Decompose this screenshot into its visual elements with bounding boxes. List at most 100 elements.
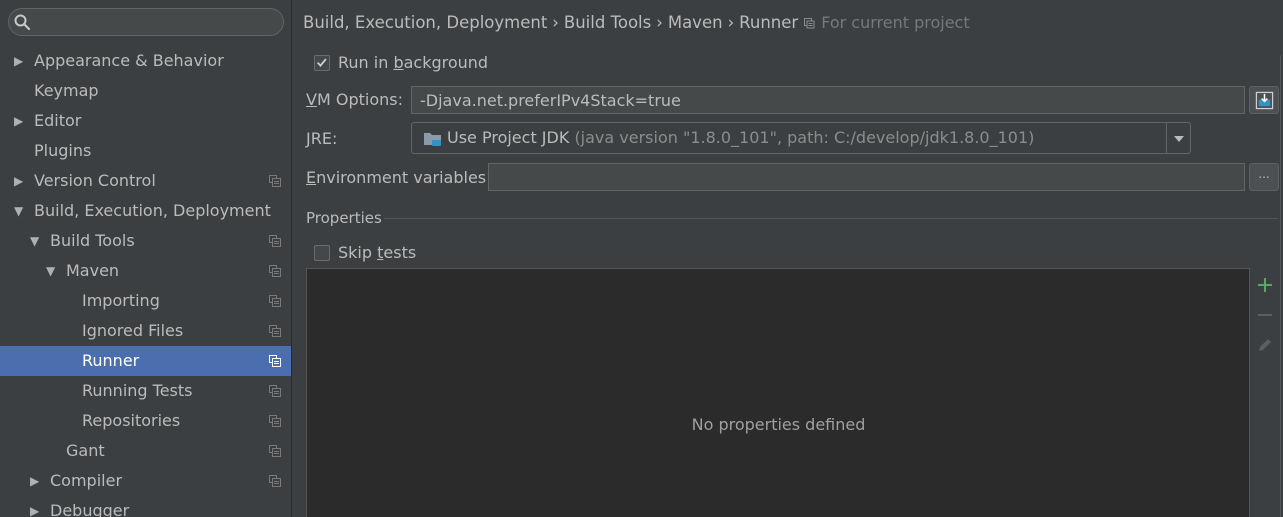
properties-title: Properties [306,209,382,227]
jre-combobox[interactable]: Use Project JDK (java version "1.8.0_101… [411,122,1191,154]
sidebar-item-debugger[interactable]: ▶ Debugger [0,496,291,517]
collapsed-arrow-icon[interactable]: ▶ [14,106,26,136]
sidebar-item-maven[interactable]: ▼ Maven [0,256,291,286]
sidebar-item-plugins[interactable]: Plugins [0,136,291,166]
folder-icon [424,133,441,146]
breadcrumb-separator: › [727,13,735,32]
chevron-down-icon [1174,136,1184,142]
search-input[interactable] [35,11,275,33]
mnemonic-char: V [306,90,317,109]
sidebar-item-label: Version Control [34,171,156,190]
jre-selected-text: Use Project JDK (java version "1.8.0_101… [447,123,1034,153]
jre-dropdown-button[interactable] [1166,123,1190,153]
settings-tree: ▶ Appearance & Behavior Keymap ▶ Editor Plugi… [0,46,291,517]
project-scope-icon [269,295,281,307]
main-panel: Build, Execution, Deployment › Build Tools… [293,0,1283,517]
properties-toolbar [1249,268,1279,517]
search-icon [14,14,31,31]
breadcrumb: Build, Execution, Deployment › Build Tools… [303,10,970,36]
remove-icon[interactable] [1256,306,1274,324]
sidebar-item-label: Keymap [34,81,99,100]
sidebar-item-label: Ignored Files [82,321,184,340]
skip-tests-checkbox[interactable] [314,245,330,261]
mnemonic-char: b [393,53,404,72]
project-scope-icon [269,385,281,397]
sidebar-item-importing[interactable]: Importing [0,286,291,316]
jre-selected-value: Use Project JDK [447,128,570,147]
project-scope-icon [804,18,815,29]
project-scope-icon [269,475,281,487]
label-text: ackground [403,53,489,72]
sidebar-item-label: Build Tools [50,231,135,250]
sidebar-item-label: Runner [82,351,140,370]
expanded-arrow-icon[interactable]: ▼ [14,196,26,226]
collapsed-arrow-icon[interactable]: ▶ [14,166,26,196]
sidebar-item-editor[interactable]: ▶ Editor [0,106,291,136]
sidebar-item-ignored-files[interactable]: Ignored Files [0,316,291,346]
vm-options-label: VM Options: [306,89,403,111]
sidebar-item-build-tools[interactable]: ▼ Build Tools [0,226,291,256]
project-scope-icon [269,235,281,247]
sidebar-item-build-execution-deployment[interactable]: ▼ Build, Execution, Deployment [0,196,291,226]
label-text: M Options: [316,90,403,109]
section-divider [384,218,1278,219]
sidebar-item-runner[interactable]: Runner [0,346,291,376]
label-text: Run in [338,53,394,72]
sidebar-item-repositories[interactable]: Repositories [0,406,291,436]
run-in-background-checkbox[interactable] [314,55,330,71]
label-text: Skip [338,243,378,262]
breadcrumb-part: Runner [739,13,799,32]
sidebar-item-label: Editor [34,111,82,130]
label-text: nvironment variables: [316,168,492,187]
run-in-background-label[interactable]: Run in background [338,53,488,73]
sidebar-item-running-tests[interactable]: Running Tests [0,376,291,406]
expanded-arrow-icon[interactable]: ▼ [30,226,42,256]
breadcrumb-separator: › [656,13,663,32]
sidebar-item-label: Repositories [82,411,181,430]
label-text: RE: [310,129,338,148]
sidebar-item-label: Maven [66,261,120,280]
vm-options-input[interactable] [411,86,1245,114]
settings-sidebar: ▶ Appearance & Behavior Keymap ▶ Editor Plugi… [0,0,292,517]
add-icon[interactable] [1256,276,1274,294]
project-scope-icon [269,415,281,427]
project-scope-icon [269,445,281,457]
env-vars-label: Environment variables: [306,167,492,189]
checkmark-icon [316,58,327,67]
project-scope-icon [269,265,281,277]
collapsed-arrow-icon[interactable]: ▶ [14,46,26,76]
sidebar-item-label: Importing [82,291,160,310]
breadcrumb-part: Build, Execution, Deployment [303,13,548,32]
collapsed-arrow-icon[interactable]: ▶ [30,466,42,496]
env-vars-input[interactable] [488,163,1245,191]
sidebar-item-label: Running Tests [82,381,193,400]
properties-table[interactable]: No properties defined [306,268,1249,517]
search-field[interactable] [8,8,284,36]
project-scope-icon [269,355,281,367]
env-vars-browse-button[interactable]: ... [1249,163,1279,191]
breadcrumb-separator: › [552,13,559,32]
browse-label: ... [1258,167,1270,181]
edit-icon[interactable] [1256,336,1274,354]
sidebar-item-gant[interactable]: Gant [0,436,291,466]
sidebar-item-label: Debugger [50,501,130,517]
skip-tests-label[interactable]: Skip tests [338,243,416,263]
sidebar-item-version-control[interactable]: ▶ Version Control [0,166,291,196]
sidebar-item-label: Compiler [50,471,123,490]
expanded-arrow-icon[interactable]: ▼ [46,256,58,286]
settings-dialog: ▶ Appearance & Behavior Keymap ▶ Editor Plugi… [0,0,1283,517]
scope-label: For current project [821,13,970,32]
sidebar-item-keymap[interactable]: Keymap [0,76,291,106]
sidebar-item-label: Build, Execution, Deployment [34,201,271,220]
sidebar-item-compiler[interactable]: ▶ Compiler [0,466,291,496]
label-text: ests [383,243,417,262]
jre-label: JRE: [306,128,337,150]
breadcrumb-part: Build Tools [563,13,652,32]
expand-vm-options-button[interactable] [1249,86,1279,114]
project-scope-icon [269,175,281,187]
collapsed-arrow-icon[interactable]: ▶ [30,496,42,517]
breadcrumb-part: Maven [667,13,723,32]
mnemonic-char: E [306,168,317,187]
sidebar-item-appearance-behavior[interactable]: ▶ Appearance & Behavior [0,46,291,76]
project-scope-icon [269,325,281,337]
